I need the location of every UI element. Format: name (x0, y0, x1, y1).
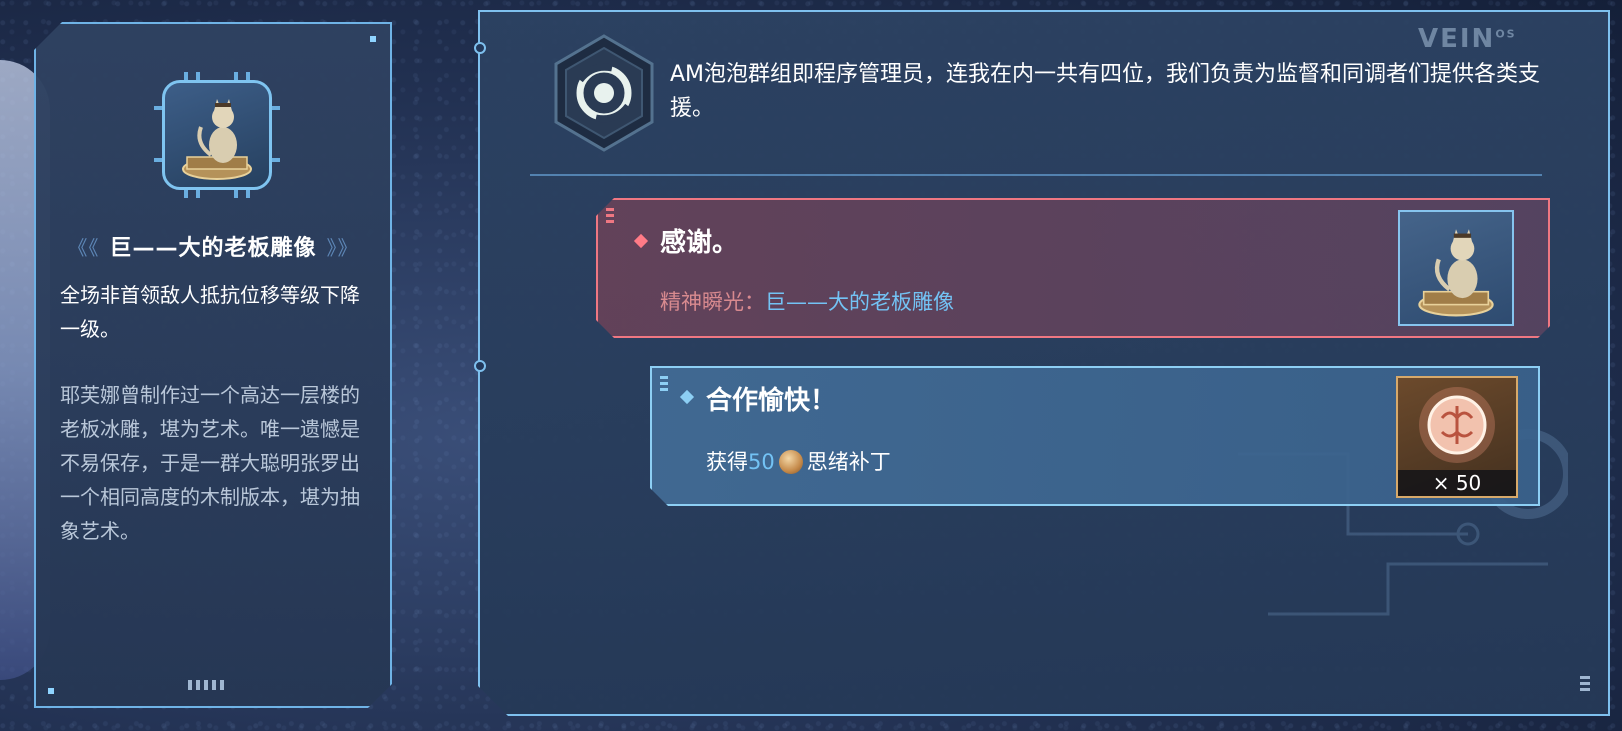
item-lore-text: 耶芙娜曾制作过一个高达一层楼的老板冰雕，堪为艺术。唯一遗憾是不易保存，于是一群大… (60, 383, 360, 543)
option-title: 合作愉快！ (706, 386, 837, 416)
option-subtitle: 获得50 思绪补丁 (706, 446, 891, 476)
page-indicator (188, 680, 224, 690)
item-name-row: 《《 巨——大的老板雕像 》》 (36, 230, 390, 262)
speaker-dialog-text: AM泡泡群组即程序管理员，连我在内一共有四位，我们负责为监督和同调者们提供各类支… (670, 62, 1541, 121)
menu-handle-icon[interactable] (1580, 676, 1590, 691)
vortex-emblem-icon (554, 34, 654, 152)
game-screen: 《《 巨——大的老板雕像 》》 全场非首领敌人抵抗位移等级下降一级。 耶芙娜曾制作过… (0, 0, 1622, 731)
option-sub-label: 精神瞬光： (660, 290, 765, 314)
option-sub-prefix: 获得 (706, 450, 748, 474)
brain-patch-icon (779, 450, 803, 474)
dialog-divider (530, 174, 1542, 176)
item-icon-frame (154, 72, 280, 198)
name-right-decoration: 》》 (326, 236, 359, 260)
reward-item-name: 思绪补丁 (806, 450, 891, 474)
reward-item-statue (1398, 210, 1514, 326)
reward-item-brain-patch: × 50 (1396, 376, 1518, 498)
reward-count: × 50 (1398, 470, 1516, 496)
option-bullet-icon (634, 234, 648, 248)
cat-statue-icon (165, 83, 269, 187)
name-left-decoration: 《《 (67, 236, 100, 260)
cat-statue-icon (1418, 229, 1494, 317)
brand-logo: VEINOS (1418, 24, 1517, 54)
panel-rivet (474, 360, 486, 372)
option-bullet-icon (680, 390, 694, 404)
corner-marker (370, 36, 376, 42)
panel-rivet (474, 42, 486, 54)
item-effect-text: 全场非首领敌人抵抗位移等级下降一级。 (60, 283, 360, 341)
option-sub-value: 巨——大的老板雕像 (765, 290, 954, 314)
speaker-avatar (552, 34, 656, 152)
item-name: 巨——大的老板雕像 (109, 236, 317, 261)
brain-patch-icon (1419, 387, 1495, 463)
option-title: 感谢。 (660, 228, 739, 258)
option-subtitle: 精神瞬光：巨——大的老板雕像 (660, 286, 954, 316)
corner-marker (48, 688, 54, 694)
item-info-card: 《《 巨——大的老板雕像 》》 全场非首领敌人抵抗位移等级下降一级。 耶芙娜曾制作过… (34, 22, 392, 708)
reward-amount: 50 (748, 450, 775, 474)
